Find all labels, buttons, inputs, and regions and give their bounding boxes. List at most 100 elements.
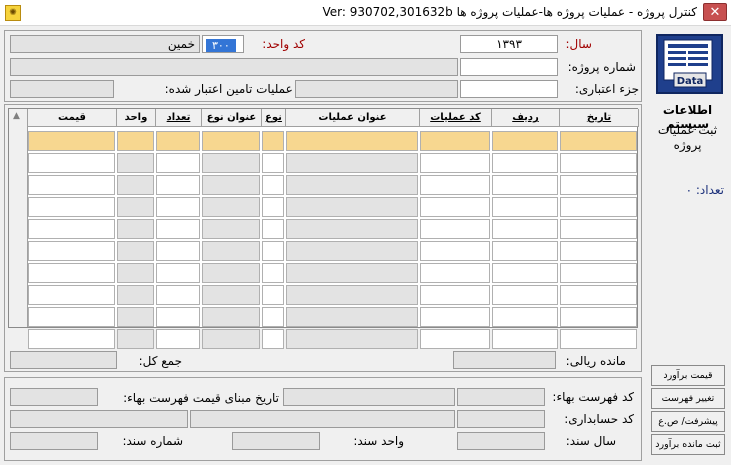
grid-cell-type[interactable] xyxy=(262,307,284,327)
grid-cell-date[interactable] xyxy=(560,219,637,239)
grid-cell-price[interactable] xyxy=(28,263,115,283)
grid-cell-date[interactable] xyxy=(560,329,637,349)
grid-cell-date[interactable] xyxy=(560,131,637,151)
grid-cell-quantity[interactable] xyxy=(156,329,200,349)
grid-cell-row-no[interactable] xyxy=(492,175,558,195)
grid-cell-date[interactable] xyxy=(560,197,637,217)
grid-cell-type[interactable] xyxy=(262,241,284,261)
grid-cell-type-title[interactable] xyxy=(202,329,260,349)
year-field[interactable]: ۱۳۹۳ xyxy=(460,35,558,53)
grid-cell-row-no[interactable] xyxy=(492,285,558,305)
grid-cell-unit[interactable] xyxy=(117,153,154,173)
grid-cell-operation-code[interactable] xyxy=(420,307,490,327)
grid-cell-operation-code[interactable] xyxy=(420,219,490,239)
grid-cell-operation-code[interactable] xyxy=(420,175,490,195)
grid-cell-quantity[interactable] xyxy=(156,263,200,283)
grid-cell-price[interactable] xyxy=(28,175,115,195)
close-button[interactable]: ✕ xyxy=(703,3,727,21)
grid-cell-quantity[interactable] xyxy=(156,153,200,173)
column-header-date[interactable]: تاریخ xyxy=(560,109,639,127)
progress-button[interactable]: پیشرفت/ ص.ع xyxy=(651,411,725,432)
grid-cell-type-title[interactable] xyxy=(202,153,260,173)
grid-cell-unit[interactable] xyxy=(117,285,154,305)
grid-cell-operation-code[interactable] xyxy=(420,131,490,151)
grid-cell-quantity[interactable] xyxy=(156,241,200,261)
grid-cell-quantity[interactable] xyxy=(156,219,200,239)
grid-cell-operation-title[interactable] xyxy=(286,285,418,305)
grid-cell-operation-title[interactable] xyxy=(286,197,418,217)
estimate-price-button[interactable]: قیمت برآورد xyxy=(651,365,725,386)
grid-cell-row-no[interactable] xyxy=(492,241,558,261)
grid-cell-operation-title[interactable] xyxy=(286,131,418,151)
grid-cell-type-title[interactable] xyxy=(202,307,260,327)
grid-cell-quantity[interactable] xyxy=(156,197,200,217)
grid-cell-type-title[interactable] xyxy=(202,241,260,261)
column-header-type-title[interactable]: عنوان نوع xyxy=(202,109,262,127)
grid-cell-type[interactable] xyxy=(262,131,284,151)
column-header-quantity[interactable]: تعداد xyxy=(156,109,202,127)
scroll-up-icon[interactable]: ▲ xyxy=(13,111,20,121)
grid-cell-date[interactable] xyxy=(560,307,637,327)
grid-cell-type-title[interactable] xyxy=(202,263,260,283)
grid-cell-operation-title[interactable] xyxy=(286,307,418,327)
grid-cell-date[interactable] xyxy=(560,241,637,261)
grid-cell-unit[interactable] xyxy=(117,219,154,239)
register-estimate-balance-button[interactable]: ثبت مانده برآورد xyxy=(651,434,725,455)
grid-cell-date[interactable] xyxy=(560,175,637,195)
grid-cell-type-title[interactable] xyxy=(202,175,260,195)
grid-cell-type-title[interactable] xyxy=(202,131,260,151)
grid-cell-type[interactable] xyxy=(262,285,284,305)
grid-cell-type-title[interactable] xyxy=(202,219,260,239)
grid-cell-unit[interactable] xyxy=(117,329,154,349)
grid-cell-price[interactable] xyxy=(28,241,115,261)
grid-cell-price[interactable] xyxy=(28,197,115,217)
grid-cell-unit[interactable] xyxy=(117,175,154,195)
grid-cell-price[interactable] xyxy=(28,131,115,151)
grid-cell-date[interactable] xyxy=(560,263,637,283)
grid-cell-row-no[interactable] xyxy=(492,307,558,327)
grid-cell-date[interactable] xyxy=(560,285,637,305)
grid-cell-operation-code[interactable] xyxy=(420,263,490,283)
grid-cell-quantity[interactable] xyxy=(156,307,200,327)
grid-cell-operation-title[interactable] xyxy=(286,263,418,283)
grid-cell-unit[interactable] xyxy=(117,197,154,217)
grid-cell-operation-title[interactable] xyxy=(286,153,418,173)
column-header-operation-title[interactable]: عنوان عملیات xyxy=(286,109,420,127)
column-header-unit[interactable]: واحد xyxy=(117,109,156,127)
grid-cell-row-no[interactable] xyxy=(492,263,558,283)
change-list-button[interactable]: تغییر فهرست xyxy=(651,388,725,409)
grid-cell-operation-code[interactable] xyxy=(420,241,490,261)
grid-cell-operation-code[interactable] xyxy=(420,329,490,349)
grid-cell-unit[interactable] xyxy=(117,131,154,151)
grid-cell-row-no[interactable] xyxy=(492,197,558,217)
grid-cell-operation-title[interactable] xyxy=(286,329,418,349)
grid-cell-type[interactable] xyxy=(262,329,284,349)
column-header-operation-code[interactable]: کد عملیات xyxy=(420,109,492,127)
grid-cell-type[interactable] xyxy=(262,197,284,217)
grid-cell-unit[interactable] xyxy=(117,241,154,261)
column-header-type[interactable]: نوع xyxy=(262,109,286,127)
grid-cell-unit[interactable] xyxy=(117,307,154,327)
grid-cell-row-no[interactable] xyxy=(492,219,558,239)
grid-cell-operation-code[interactable] xyxy=(420,197,490,217)
grid-cell-row-no[interactable] xyxy=(492,329,558,349)
grid-cell-price[interactable] xyxy=(28,219,115,239)
grid-cell-operation-title[interactable] xyxy=(286,219,418,239)
operations-grid[interactable]: ▲ تاریخ ردیف کد عملیات عنوان عملیات نوع عنوان… xyxy=(8,108,639,349)
grid-cell-quantity[interactable] xyxy=(156,285,200,305)
grid-cell-operation-code[interactable] xyxy=(420,285,490,305)
grid-cell-price[interactable] xyxy=(28,307,115,327)
grid-cell-price[interactable] xyxy=(28,153,115,173)
project-number-field[interactable] xyxy=(460,58,558,76)
unit-code-field[interactable]: ۳۰۰ xyxy=(202,35,244,53)
grid-cell-type-title[interactable] xyxy=(202,197,260,217)
grid-cell-type[interactable] xyxy=(262,175,284,195)
grid-cell-price[interactable] xyxy=(28,285,115,305)
grid-cell-row-no[interactable] xyxy=(492,131,558,151)
grid-cell-type[interactable] xyxy=(262,219,284,239)
grid-cell-type[interactable] xyxy=(262,263,284,283)
grid-cell-unit[interactable] xyxy=(117,263,154,283)
grid-cell-operation-code[interactable] xyxy=(420,153,490,173)
grid-cell-quantity[interactable] xyxy=(156,175,200,195)
column-header-row-no[interactable]: ردیف xyxy=(492,109,560,127)
